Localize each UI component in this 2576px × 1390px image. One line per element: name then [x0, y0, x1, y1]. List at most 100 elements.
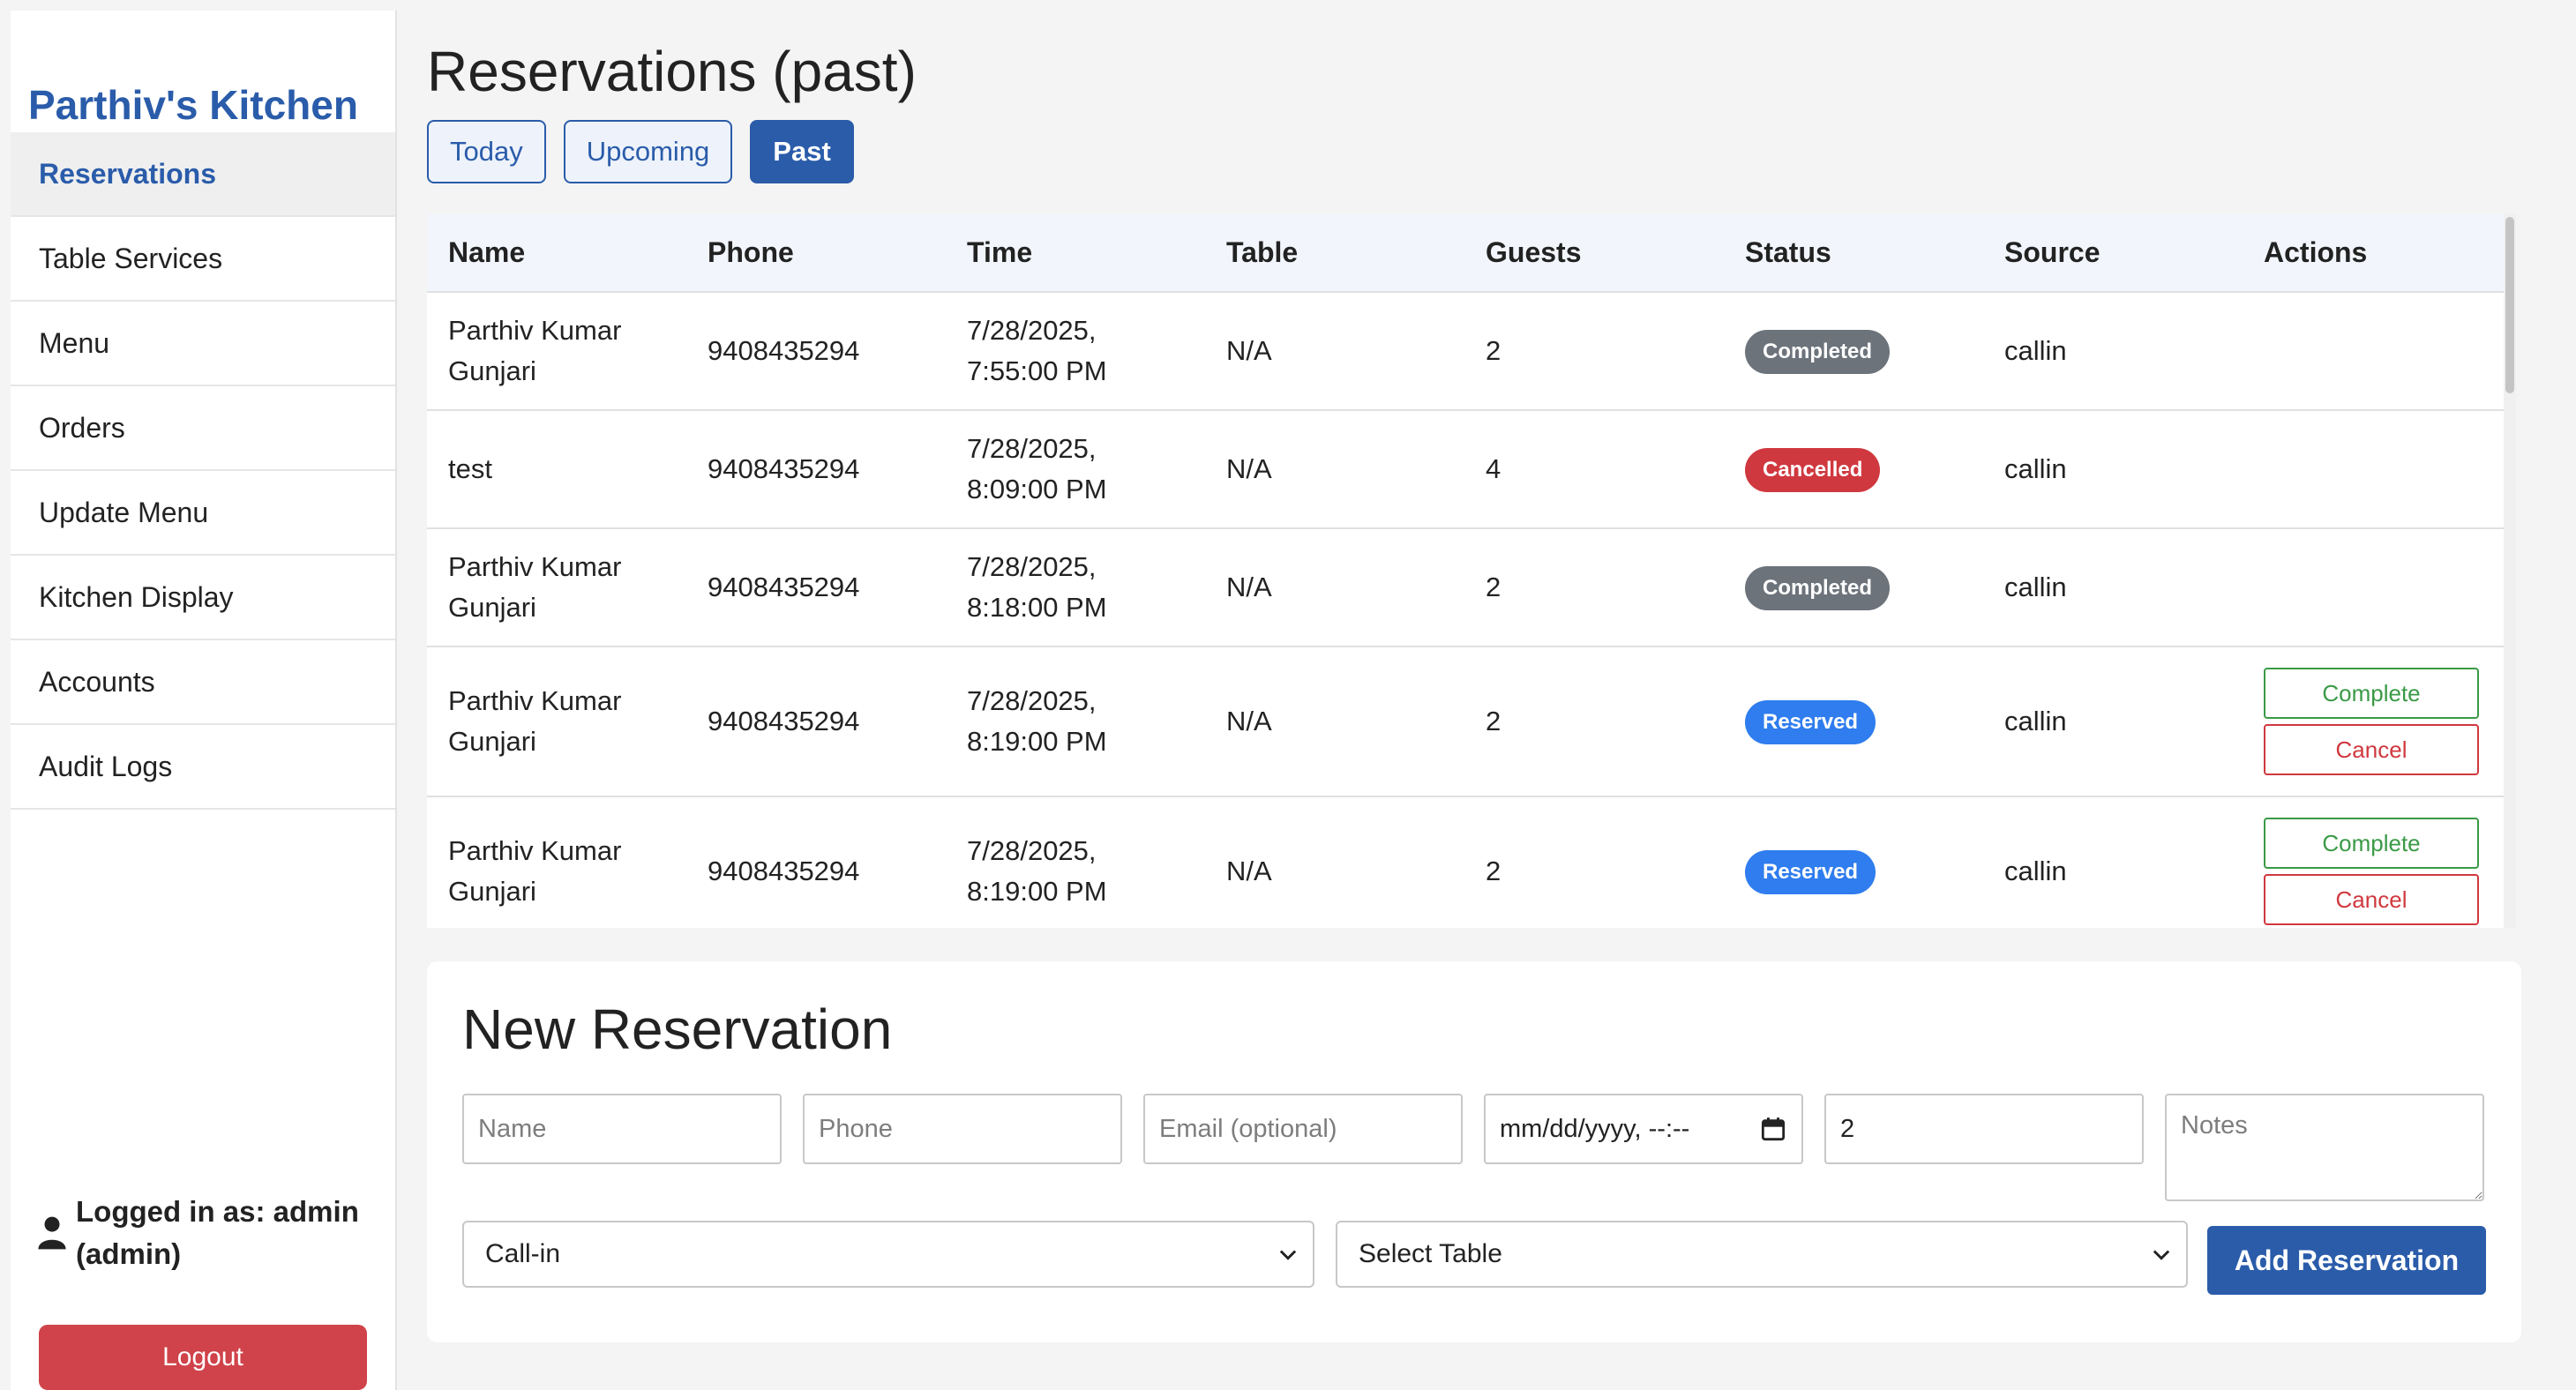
cell-phone: 9408435294	[686, 292, 946, 411]
cell-name: Parthiv Kumar Gunjari	[427, 646, 686, 797]
column-header-actions: Actions	[2243, 213, 2505, 293]
cell-status: Completed	[1724, 528, 1983, 647]
sidebar-item-accounts[interactable]: Accounts	[11, 640, 395, 725]
time-clock: 7:55:00 PM	[967, 355, 1107, 386]
status-badge: Completed	[1745, 565, 1891, 610]
cell-actions	[2243, 410, 2505, 529]
cell-time: 7/28/2025, 8:19:00 PM	[946, 646, 1205, 797]
guests-input[interactable]	[1824, 1094, 2144, 1164]
calendar-icon[interactable]	[1761, 1117, 1786, 1141]
notes-textarea[interactable]	[2165, 1094, 2484, 1201]
datetime-value: mm/dd/yyyy, --:--	[1500, 1114, 1690, 1143]
source-select-value: Call-in	[485, 1239, 561, 1268]
complete-button[interactable]: Complete	[2264, 818, 2479, 869]
cell-phone: 9408435294	[686, 646, 946, 797]
cell-table: N/A	[1205, 292, 1464, 411]
status-badge: Completed	[1745, 329, 1891, 374]
cell-phone: 9408435294	[686, 410, 946, 529]
logout-button[interactable]: Logout	[39, 1325, 367, 1390]
cell-guests: 2	[1464, 796, 1724, 928]
tab-upcoming[interactable]: Upcoming	[563, 120, 733, 183]
sidebar-item-menu[interactable]: Menu	[11, 302, 395, 386]
time-clock: 8:09:00 PM	[967, 474, 1107, 504]
cell-phone: 9408435294	[686, 796, 946, 928]
sidebar-item-kitchen-display[interactable]: Kitchen Display	[11, 556, 395, 640]
column-header-time: Time	[946, 213, 1205, 293]
table-row: Parthiv Kumar Gunjari 9408435294 7/28/202…	[427, 796, 2505, 928]
sidebar-item-table-services[interactable]: Table Services	[11, 217, 395, 302]
name-line-1: test	[448, 453, 492, 484]
form-title: New Reservation	[462, 998, 893, 1061]
name-line-1: Parthiv Kumar	[448, 685, 622, 716]
logged-in-line-1: Logged in as: admin	[76, 1195, 359, 1228]
cell-guests: 2	[1464, 292, 1724, 411]
name-line-2: Gunjari	[448, 726, 536, 757]
time-clock: 8:19:00 PM	[967, 726, 1107, 757]
cell-actions	[2243, 528, 2505, 647]
cancel-button[interactable]: Cancel	[2264, 724, 2479, 775]
table-row: test 9408435294 7/28/2025, 8:09:00 PM N/A…	[427, 410, 2505, 529]
add-reservation-button[interactable]: Add Reservation	[2207, 1226, 2486, 1295]
cell-status: Reserved	[1724, 796, 1983, 928]
column-header-source: Source	[1983, 213, 2243, 293]
sidebar: Parthiv's Kitchen Reservations Table Ser…	[11, 11, 397, 1390]
cell-guests: 2	[1464, 646, 1724, 797]
cell-actions	[2243, 292, 2505, 411]
cell-name: test	[427, 410, 686, 529]
table-header-row: Name Phone Time Table Guests Status Sour…	[427, 213, 2505, 293]
status-badge: Reserved	[1745, 699, 1876, 744]
tab-today[interactable]: Today	[427, 120, 546, 183]
table-row: Parthiv Kumar Gunjari 9408435294 7/28/202…	[427, 528, 2505, 647]
cell-name: Parthiv Kumar Gunjari	[427, 528, 686, 647]
cell-actions: Complete Cancel	[2243, 646, 2505, 797]
reservation-tabs: Today Upcoming Past	[427, 120, 854, 183]
tab-past[interactable]: Past	[750, 120, 854, 183]
phone-input[interactable]	[803, 1094, 1122, 1164]
cell-source: callin	[1983, 410, 2243, 529]
sidebar-item-update-menu[interactable]: Update Menu	[11, 471, 395, 556]
column-header-status: Status	[1724, 213, 1983, 293]
cell-name: Parthiv Kumar Gunjari	[427, 796, 686, 928]
name-line-2: Gunjari	[448, 592, 536, 623]
column-header-guests: Guests	[1464, 213, 1724, 293]
time-date: 7/28/2025,	[967, 835, 1097, 866]
cell-source: callin	[1983, 292, 2243, 411]
source-select[interactable]: Call-in	[462, 1221, 1314, 1288]
cell-source: callin	[1983, 646, 2243, 797]
cell-actions: Complete Cancel	[2243, 796, 2505, 928]
cell-guests: 2	[1464, 528, 1724, 647]
name-line-2: Gunjari	[448, 876, 536, 907]
cancel-button[interactable]: Cancel	[2264, 874, 2479, 925]
page-title: Reservations (past)	[427, 40, 917, 103]
main-content: Reservations (past) Today Upcoming Past …	[397, 11, 2555, 1390]
sidebar-item-reservations[interactable]: Reservations	[11, 132, 395, 217]
table-scrollbar[interactable]	[2504, 213, 2516, 928]
cell-time: 7/28/2025, 8:19:00 PM	[946, 796, 1205, 928]
cell-phone: 9408435294	[686, 528, 946, 647]
table-scrollbar-thumb[interactable]	[2505, 217, 2514, 393]
sidebar-item-orders[interactable]: Orders	[11, 386, 395, 471]
time-date: 7/28/2025,	[967, 315, 1097, 346]
logged-in-line-2: (admin)	[76, 1237, 182, 1270]
name-input[interactable]	[462, 1094, 782, 1164]
chevron-down-icon	[1279, 1250, 1297, 1260]
name-line-2: Gunjari	[448, 355, 536, 386]
cell-status: Completed	[1724, 292, 1983, 411]
sidebar-item-audit-logs[interactable]: Audit Logs	[11, 725, 395, 810]
table-row: Parthiv Kumar Gunjari 9408435294 7/28/202…	[427, 646, 2505, 797]
cell-table: N/A	[1205, 796, 1464, 928]
datetime-input[interactable]: mm/dd/yyyy, --:--	[1484, 1094, 1803, 1164]
status-badge: Reserved	[1745, 849, 1876, 894]
cell-time: 7/28/2025, 7:55:00 PM	[946, 292, 1205, 411]
email-input[interactable]	[1143, 1094, 1463, 1164]
cell-status: Cancelled	[1724, 410, 1983, 529]
cell-source: callin	[1983, 528, 2243, 647]
table-row: Parthiv Kumar Gunjari 9408435294 7/28/202…	[427, 292, 2505, 411]
column-header-name: Name	[427, 213, 686, 293]
user-info: Logged in as: admin (admin)	[37, 1191, 390, 1275]
new-reservation-form: New Reservation mm/dd/yyyy, --:-- Call-i…	[427, 961, 2521, 1342]
sidebar-nav: Reservations Table Services Menu Orders …	[11, 132, 395, 810]
table-select[interactable]: Select Table	[1336, 1221, 2188, 1288]
cell-table: N/A	[1205, 410, 1464, 529]
complete-button[interactable]: Complete	[2264, 668, 2479, 719]
